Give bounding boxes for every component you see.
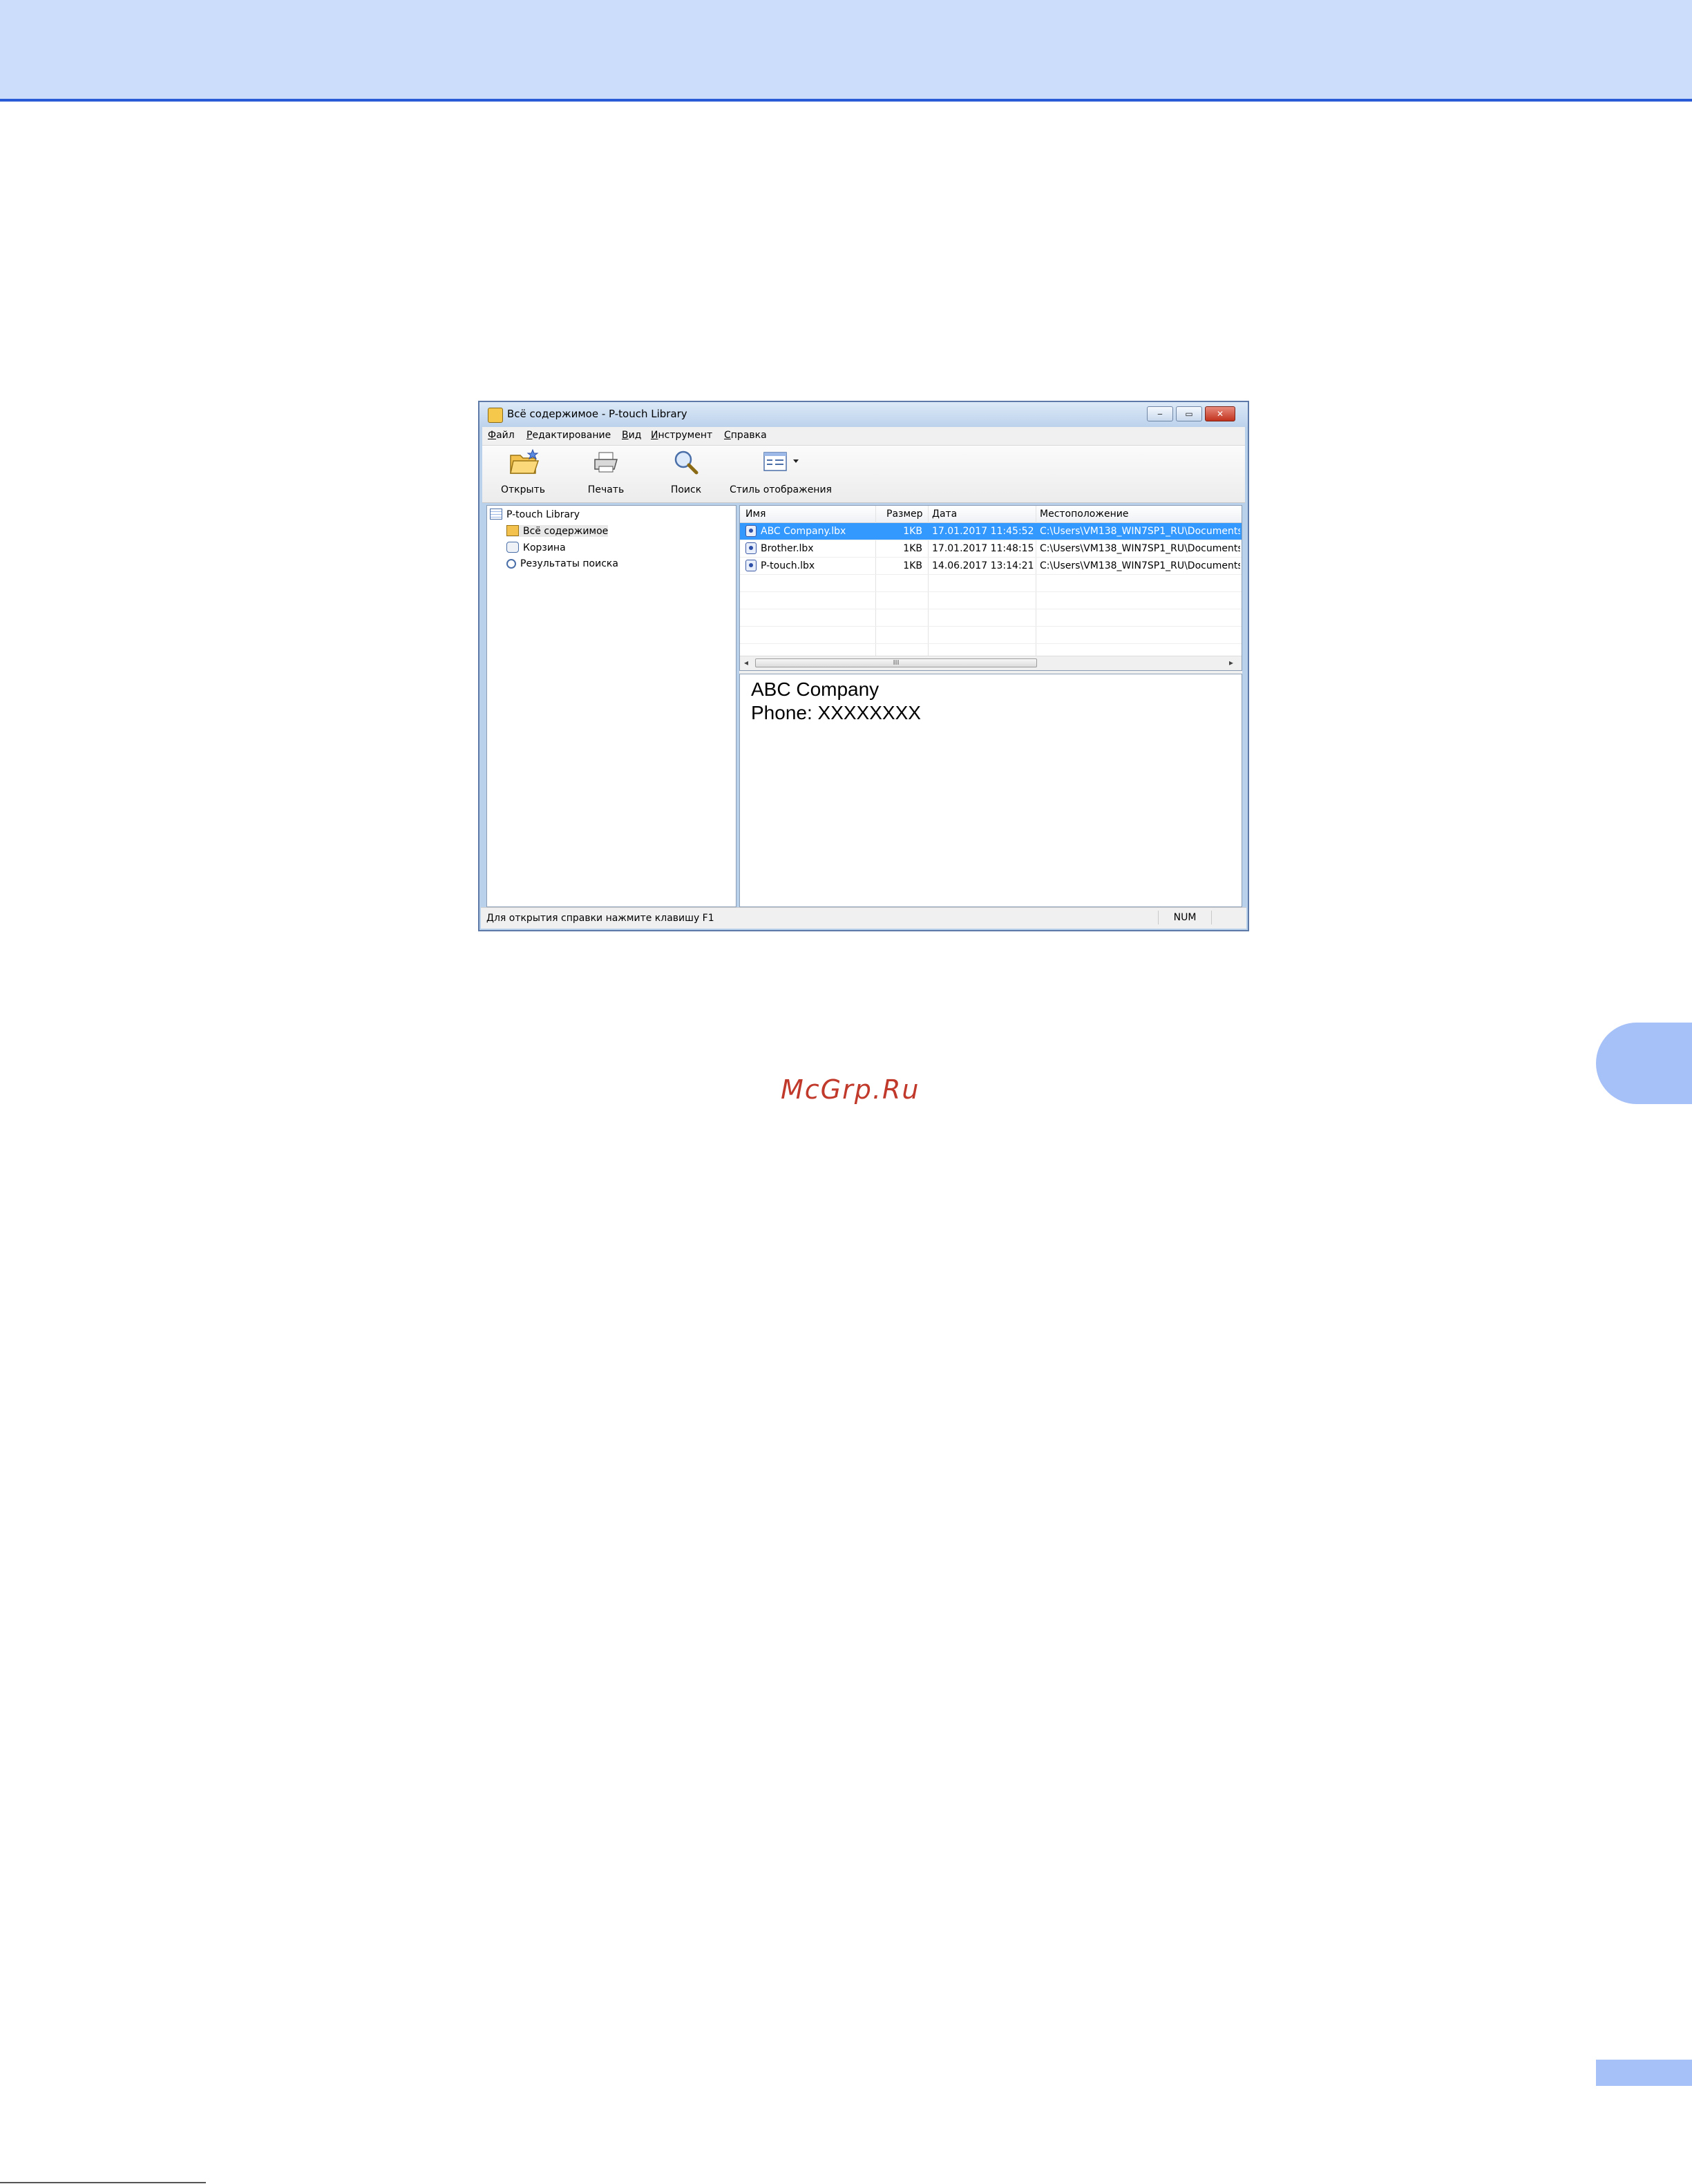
scroll-thumb[interactable]: III xyxy=(755,658,1037,667)
chapter-side-tab xyxy=(1596,1023,1692,1104)
tree-item-search-results[interactable]: Результаты поиска xyxy=(506,558,618,569)
view-style-label: Стиль отображения xyxy=(730,484,832,495)
status-bar: Для открытия справки нажмите клавишу F1 … xyxy=(481,907,1246,929)
lbx-file-icon xyxy=(745,560,757,571)
app-icon xyxy=(488,408,503,423)
table-row[interactable]: P-touch.lbx 1KB 14.06.2017 13:14:21 C:\U… xyxy=(740,558,1242,575)
minimize-button[interactable]: ‒ xyxy=(1147,406,1173,421)
tree-root[interactable]: P-touch Library xyxy=(490,509,580,520)
tree-item-all-content[interactable]: Всё содержимое xyxy=(506,525,609,537)
search-label: Поиск xyxy=(670,484,702,495)
scroll-left-icon[interactable]: ◂ xyxy=(744,658,748,667)
tree-item-recycle-bin[interactable]: Корзина xyxy=(506,542,566,553)
table-row[interactable]: ABC Company.lbx 1KB 17.01.2017 11:45:52 … xyxy=(740,523,1242,540)
column-location[interactable]: Местоположение xyxy=(1040,509,1128,520)
menu-tools[interactable]: Инструмент xyxy=(651,430,712,441)
label-preview: ABC Company Phone: XXXXXXXX xyxy=(739,674,1242,907)
column-size[interactable]: Размер xyxy=(886,509,923,520)
menu-help[interactable]: Справка xyxy=(724,430,767,441)
status-hint: Для открытия справки нажмите клавишу F1 xyxy=(486,913,714,924)
preview-line-phone: Phone: XXXXXXXX xyxy=(751,702,921,723)
preview-line-company: ABC Company xyxy=(751,678,880,700)
open-folder-icon xyxy=(509,448,540,476)
menu-view[interactable]: Вид xyxy=(622,430,641,441)
list-header: Имя Размер Дата Местоположение xyxy=(740,506,1242,523)
print-label: Печать xyxy=(587,484,625,495)
empty-row xyxy=(740,627,1242,644)
maximize-button[interactable]: ▭ xyxy=(1176,406,1202,421)
scroll-right-icon[interactable]: ▸ xyxy=(1229,658,1233,667)
file-date: 14.06.2017 13:14:21 xyxy=(932,560,1034,571)
file-list: Имя Размер Дата Местоположение ABC Compa… xyxy=(739,505,1242,671)
content-pane: Имя Размер Дата Местоположение ABC Compa… xyxy=(739,505,1242,907)
lbx-file-icon xyxy=(745,542,757,554)
menu-file[interactable]: Файл xyxy=(488,430,515,441)
window-title: Всё содержимое - P-touch Library xyxy=(507,408,687,420)
table-row[interactable]: Brother.lbx 1KB 17.01.2017 11:48:15 C:\U… xyxy=(740,540,1242,558)
file-location: C:\Users\VM138_WIN7SP1_RU\Documents xyxy=(1040,560,1240,571)
page-header-band xyxy=(0,0,1692,99)
file-date: 17.01.2017 11:45:52 xyxy=(932,526,1034,537)
file-location: C:\Users\VM138_WIN7SP1_RU\Documents xyxy=(1040,526,1240,537)
open-label: Открыть xyxy=(501,484,545,495)
file-size: 1KB xyxy=(903,526,922,537)
close-button[interactable]: ✕ xyxy=(1205,406,1235,421)
horizontal-scrollbar[interactable]: ◂ III ▸ xyxy=(740,656,1242,670)
title-bar[interactable]: Всё содержимое - P-touch Library ‒ ▭ ✕ xyxy=(479,402,1248,427)
empty-row xyxy=(740,575,1242,592)
page-header-rule xyxy=(0,99,1692,102)
recycle-bin-icon xyxy=(506,542,519,553)
file-size: 1KB xyxy=(903,543,922,554)
file-name: Brother.lbx xyxy=(761,543,814,554)
page-number-tab xyxy=(1596,2060,1692,2086)
empty-row xyxy=(740,592,1242,609)
lbx-file-icon xyxy=(745,525,757,537)
file-location: C:\Users\VM138_WIN7SP1_RU\Documents xyxy=(1040,543,1240,554)
footer-rule xyxy=(0,2182,206,2183)
view-style-button[interactable]: Стиль отображения xyxy=(725,448,836,495)
open-button[interactable]: Открыть xyxy=(499,448,547,495)
num-lock-indicator: NUM xyxy=(1158,911,1212,924)
menu-edit[interactable]: Редактирование xyxy=(526,430,611,441)
empty-row xyxy=(740,609,1242,627)
folder-icon xyxy=(506,525,519,536)
ptouch-library-window: Всё содержимое - P-touch Library ‒ ▭ ✕ Ф… xyxy=(478,401,1249,931)
file-date: 17.01.2017 11:48:15 xyxy=(932,543,1034,554)
search-results-icon xyxy=(506,559,516,569)
toolbar: Открыть Печать Поиск Стиль отображения xyxy=(482,446,1245,503)
print-button[interactable]: Печать xyxy=(582,448,630,495)
watermark-text: McGrp.Ru xyxy=(781,1074,920,1105)
file-size: 1KB xyxy=(903,560,922,571)
file-name: P-touch.lbx xyxy=(761,560,815,571)
view-style-icon xyxy=(759,448,803,476)
menu-bar: Файл Редактирование Вид Инструмент Справ… xyxy=(482,427,1245,446)
file-name: ABC Company.lbx xyxy=(761,526,846,537)
library-icon xyxy=(490,509,502,520)
printer-icon xyxy=(592,448,620,476)
library-tree: P-touch Library Всё содержимое Корзина Р… xyxy=(486,505,736,907)
search-icon xyxy=(672,448,700,476)
column-name[interactable]: Имя xyxy=(745,509,766,520)
column-date[interactable]: Дата xyxy=(932,509,957,520)
search-button[interactable]: Поиск xyxy=(662,448,710,495)
